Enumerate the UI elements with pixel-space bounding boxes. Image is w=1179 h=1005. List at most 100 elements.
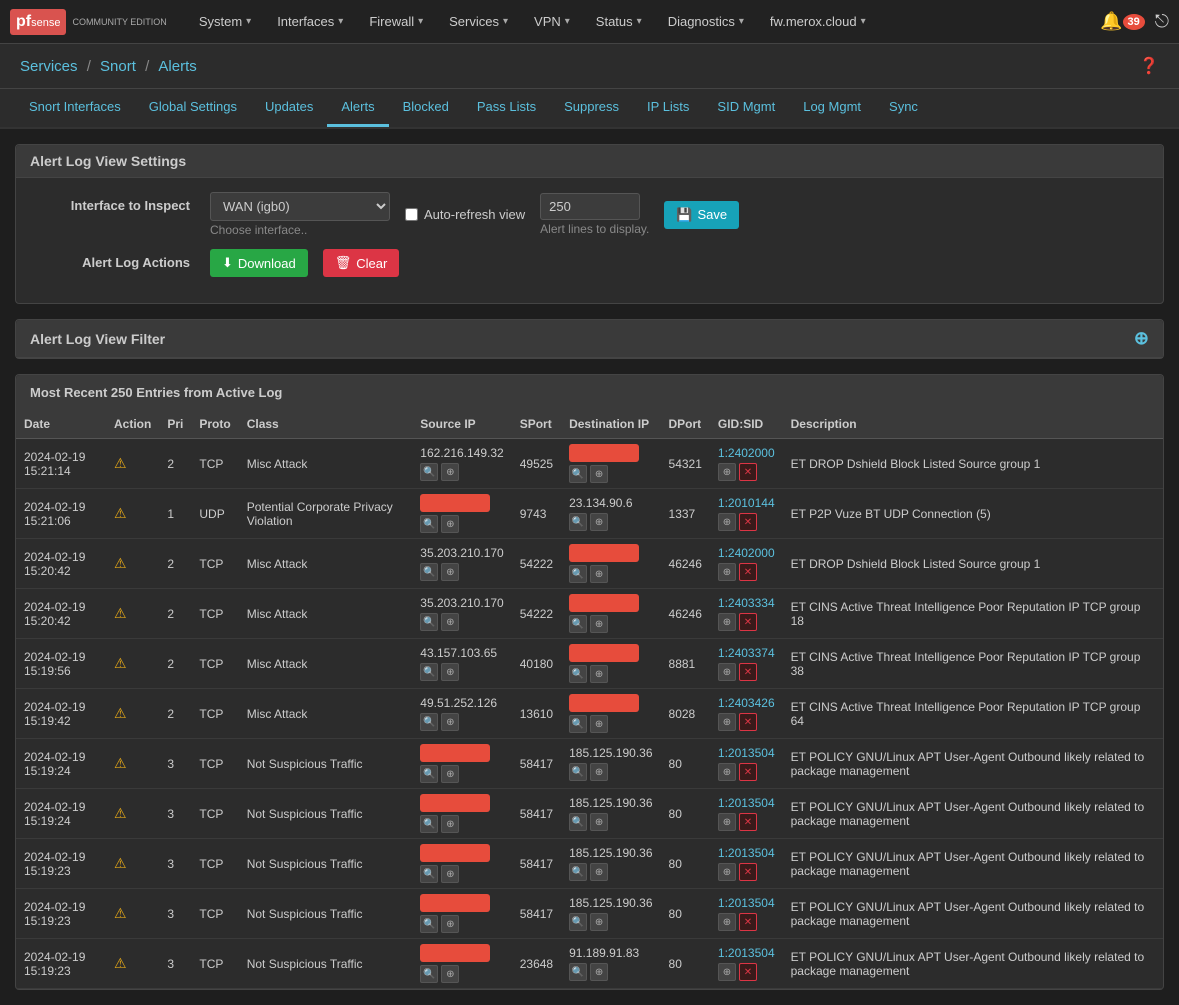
sid-add-icon[interactable]: ⊕ xyxy=(718,513,736,531)
sid-delete-icon[interactable]: ✕ xyxy=(739,963,757,981)
logo[interactable]: pfsense COMMUNITY EDITION xyxy=(10,9,167,35)
search-source-icon[interactable]: 🔍 xyxy=(420,815,438,833)
sid-delete-icon[interactable]: ✕ xyxy=(739,713,757,731)
add-source-icon[interactable]: ⊕ xyxy=(441,613,459,631)
add-source-icon[interactable]: ⊕ xyxy=(441,865,459,883)
sid-delete-icon[interactable]: ✕ xyxy=(739,913,757,931)
auto-refresh-wrapper[interactable]: Auto-refresh view xyxy=(405,207,525,222)
add-source-icon[interactable]: ⊕ xyxy=(441,915,459,933)
add-dest-icon[interactable]: ⊕ xyxy=(590,963,608,981)
add-dest-icon[interactable]: ⊕ xyxy=(590,863,608,881)
sid-delete-icon[interactable]: ✕ xyxy=(739,613,757,631)
add-dest-icon[interactable]: ⊕ xyxy=(590,465,608,483)
add-source-icon[interactable]: ⊕ xyxy=(441,815,459,833)
sid-add-icon[interactable]: ⊕ xyxy=(718,613,736,631)
logout-icon[interactable]: ⎋ xyxy=(1155,11,1169,32)
nav-item-diagnostics[interactable]: Diagnostics ▾ xyxy=(656,8,756,35)
search-source-icon[interactable]: 🔍 xyxy=(420,965,438,983)
search-dest-icon[interactable]: 🔍 xyxy=(569,763,587,781)
search-source-icon[interactable]: 🔍 xyxy=(420,515,438,533)
notifications[interactable]: 🔔 39 xyxy=(1100,11,1145,32)
add-source-icon[interactable]: ⊕ xyxy=(441,765,459,783)
search-dest-icon[interactable]: 🔍 xyxy=(569,813,587,831)
search-source-icon[interactable]: 🔍 xyxy=(420,915,438,933)
search-dest-icon[interactable]: 🔍 xyxy=(569,465,587,483)
sid-link[interactable]: 1:2010144 xyxy=(718,496,775,510)
sid-add-icon[interactable]: ⊕ xyxy=(718,463,736,481)
search-source-icon[interactable]: 🔍 xyxy=(420,613,438,631)
sid-add-icon[interactable]: ⊕ xyxy=(718,913,736,931)
tab-log-mgmt[interactable]: Log Mgmt xyxy=(789,89,875,127)
tab-snort-interfaces[interactable]: Snort Interfaces xyxy=(15,89,135,127)
add-dest-icon[interactable]: ⊕ xyxy=(590,913,608,931)
search-dest-icon[interactable]: 🔍 xyxy=(569,615,587,633)
sid-link[interactable]: 1:2403426 xyxy=(718,696,775,710)
search-dest-icon[interactable]: 🔍 xyxy=(569,963,587,981)
save-button[interactable]: 💾 Save xyxy=(664,201,739,229)
nav-item-firewall[interactable]: Firewall ▾ xyxy=(357,8,435,35)
add-dest-icon[interactable]: ⊕ xyxy=(590,813,608,831)
nav-item-status[interactable]: Status ▾ xyxy=(584,8,654,35)
add-source-icon[interactable]: ⊕ xyxy=(441,663,459,681)
auto-refresh-checkbox[interactable] xyxy=(405,208,418,221)
sid-link[interactable]: 1:2013504 xyxy=(718,896,775,910)
sid-link[interactable]: 1:2013504 xyxy=(718,746,775,760)
alert-lines-input[interactable] xyxy=(540,193,640,220)
add-dest-icon[interactable]: ⊕ xyxy=(590,715,608,733)
sid-add-icon[interactable]: ⊕ xyxy=(718,813,736,831)
sid-delete-icon[interactable]: ✕ xyxy=(739,563,757,581)
add-source-icon[interactable]: ⊕ xyxy=(441,463,459,481)
sid-add-icon[interactable]: ⊕ xyxy=(718,763,736,781)
interface-select[interactable]: WAN (igb0) xyxy=(210,192,390,221)
search-dest-icon[interactable]: 🔍 xyxy=(569,565,587,583)
sid-link[interactable]: 1:2403374 xyxy=(718,646,775,660)
tab-pass-lists[interactable]: Pass Lists xyxy=(463,89,550,127)
search-source-icon[interactable]: 🔍 xyxy=(420,865,438,883)
add-dest-icon[interactable]: ⊕ xyxy=(590,513,608,531)
add-dest-icon[interactable]: ⊕ xyxy=(590,665,608,683)
clear-button[interactable]: 🗑 Clear xyxy=(323,249,400,277)
tab-sid-mgmt[interactable]: SID Mgmt xyxy=(703,89,789,127)
nav-item-services[interactable]: Services ▾ xyxy=(437,8,520,35)
nav-item-vpn[interactable]: VPN ▾ xyxy=(522,8,582,35)
add-dest-icon[interactable]: ⊕ xyxy=(590,615,608,633)
sid-delete-icon[interactable]: ✕ xyxy=(739,813,757,831)
breadcrumb-snort[interactable]: Snort xyxy=(100,58,136,75)
tab-suppress[interactable]: Suppress xyxy=(550,89,633,127)
search-source-icon[interactable]: 🔍 xyxy=(420,563,438,581)
breadcrumb-services[interactable]: Services xyxy=(20,58,78,75)
search-source-icon[interactable]: 🔍 xyxy=(420,663,438,681)
add-source-icon[interactable]: ⊕ xyxy=(441,515,459,533)
nav-item-interfaces[interactable]: Interfaces ▾ xyxy=(265,8,355,35)
search-dest-icon[interactable]: 🔍 xyxy=(569,863,587,881)
sid-link[interactable]: 1:2403334 xyxy=(718,596,775,610)
sid-link[interactable]: 1:2013504 xyxy=(718,946,775,960)
expand-filter-icon[interactable]: ⊕ xyxy=(1134,328,1149,349)
sid-delete-icon[interactable]: ✕ xyxy=(739,763,757,781)
sid-add-icon[interactable]: ⊕ xyxy=(718,663,736,681)
sid-delete-icon[interactable]: ✕ xyxy=(739,463,757,481)
search-source-icon[interactable]: 🔍 xyxy=(420,713,438,731)
search-dest-icon[interactable]: 🔍 xyxy=(569,513,587,531)
search-dest-icon[interactable]: 🔍 xyxy=(569,665,587,683)
tab-sync[interactable]: Sync xyxy=(875,89,932,127)
sid-add-icon[interactable]: ⊕ xyxy=(718,863,736,881)
tab-updates[interactable]: Updates xyxy=(251,89,327,127)
sid-link[interactable]: 1:2013504 xyxy=(718,846,775,860)
search-source-icon[interactable]: 🔍 xyxy=(420,463,438,481)
tab-ip-lists[interactable]: IP Lists xyxy=(633,89,703,127)
sid-link[interactable]: 1:2402000 xyxy=(718,446,775,460)
nav-item-fw[interactable]: fw.merox.cloud ▾ xyxy=(758,8,878,35)
tab-blocked[interactable]: Blocked xyxy=(389,89,463,127)
sid-link[interactable]: 1:2013504 xyxy=(718,796,775,810)
tab-global-settings[interactable]: Global Settings xyxy=(135,89,251,127)
add-source-icon[interactable]: ⊕ xyxy=(441,713,459,731)
sid-link[interactable]: 1:2402000 xyxy=(718,546,775,560)
help-icon[interactable]: ❓ xyxy=(1139,56,1159,76)
add-source-icon[interactable]: ⊕ xyxy=(441,563,459,581)
sid-add-icon[interactable]: ⊕ xyxy=(718,963,736,981)
add-dest-icon[interactable]: ⊕ xyxy=(590,763,608,781)
nav-item-system[interactable]: System ▾ xyxy=(187,8,263,35)
sid-delete-icon[interactable]: ✕ xyxy=(739,863,757,881)
search-source-icon[interactable]: 🔍 xyxy=(420,765,438,783)
